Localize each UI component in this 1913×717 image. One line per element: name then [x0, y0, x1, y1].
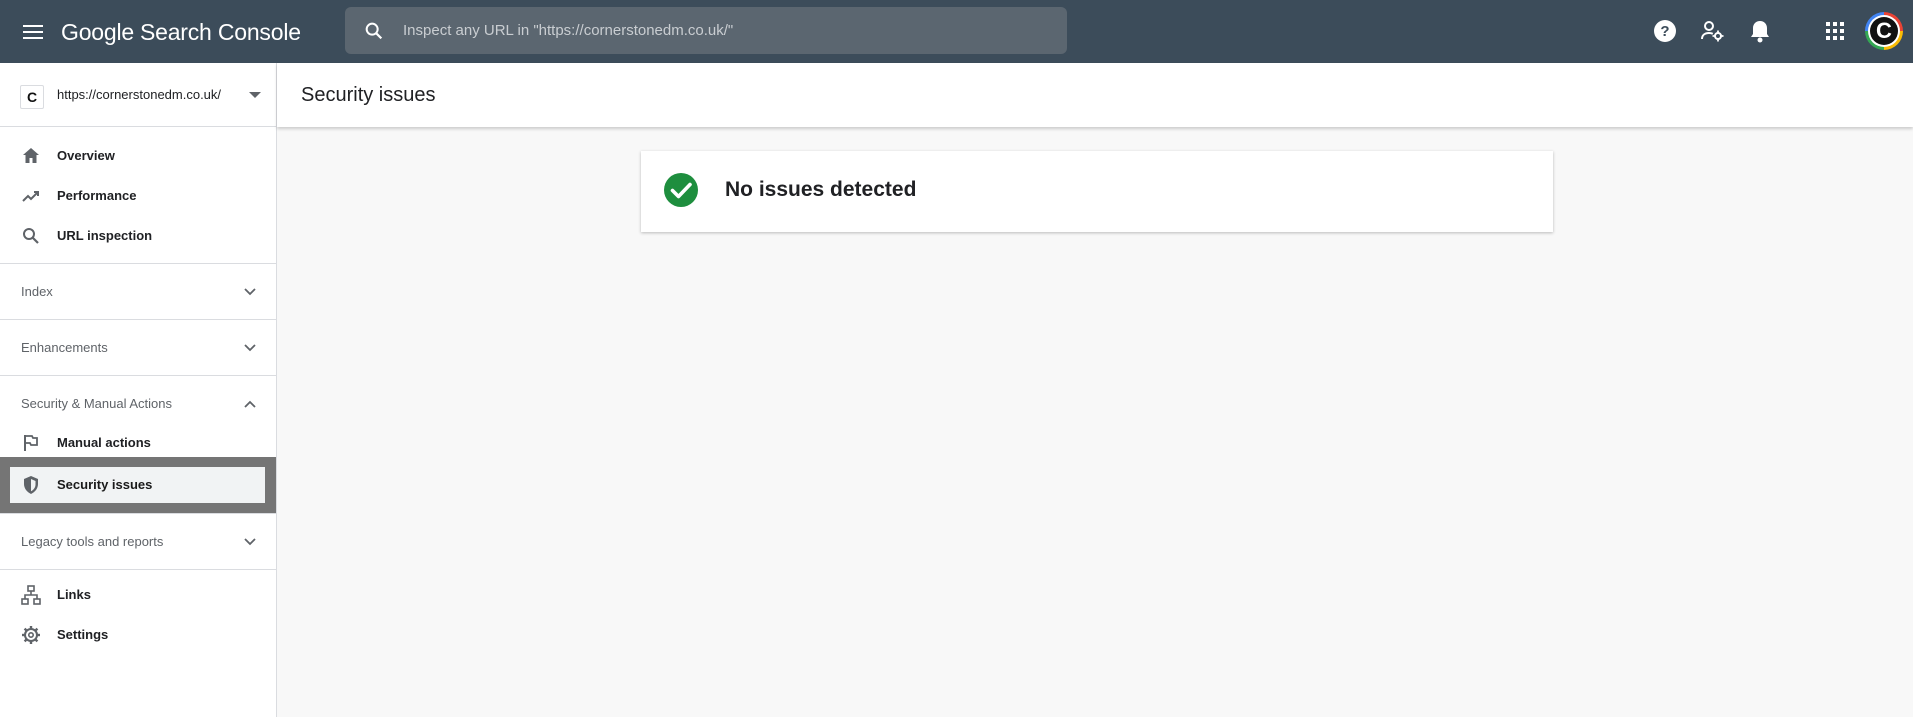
chevron-down-icon [244, 288, 256, 296]
sidebar-item-label: Manual actions [57, 435, 151, 450]
url-inspect-input[interactable] [403, 7, 1043, 54]
logo-google-text: Google [61, 18, 134, 45]
section-label: Security & Manual Actions [21, 396, 173, 411]
top-app-bar: Google Search Console ? [0, 0, 1913, 63]
sidebar-section-index[interactable]: Index [0, 263, 276, 319]
property-url: https://cornerstonedm.co.uk/ [57, 87, 222, 102]
trending-up-icon [22, 191, 39, 202]
sidebar: C https://cornerstonedm.co.uk/ Overview … [0, 63, 277, 717]
section-label: Enhancements [21, 340, 108, 355]
property-selector[interactable]: C https://cornerstonedm.co.uk/ [0, 63, 276, 127]
gear-icon [22, 626, 40, 644]
notifications-button[interactable] [1745, 16, 1775, 46]
home-icon [23, 148, 39, 163]
magnifier-icon [23, 228, 39, 244]
divider [0, 569, 276, 570]
page-title: Security issues [301, 84, 436, 106]
active-item-highlight: Security issues [0, 457, 276, 513]
shield-icon [24, 476, 38, 494]
svg-text:?: ? [1660, 23, 1669, 40]
hamburger-menu-icon [23, 25, 43, 39]
links-tree-icon [21, 585, 41, 605]
flag-icon [24, 435, 38, 451]
help-icon: ? [1654, 20, 1676, 42]
chevron-up-icon [244, 400, 256, 408]
page-header: Security issues [277, 63, 1913, 127]
search-icon [365, 22, 383, 40]
sidebar-item-label: Links [57, 587, 91, 602]
chevron-down-icon [244, 538, 256, 546]
sidebar-item-settings[interactable]: Settings [0, 615, 276, 655]
sidebar-item-label: Performance [57, 188, 137, 203]
sidebar-item-url-inspection[interactable]: URL inspection [0, 216, 276, 256]
logo-product-text: Search Console [139, 18, 301, 45]
google-apps-button[interactable] [1820, 16, 1850, 46]
search-console-logo[interactable]: Google Search Console [61, 17, 301, 47]
section-label: Legacy tools and reports [21, 534, 164, 549]
search-console-preferences-button[interactable] [1697, 16, 1727, 46]
help-button[interactable]: ? [1650, 16, 1680, 46]
main-menu-button[interactable] [19, 18, 47, 46]
security-status-card: No issues detected [641, 151, 1553, 232]
sidebar-item-label: Security issues [57, 477, 153, 492]
sidebar-item-overview[interactable]: Overview [0, 136, 276, 176]
sidebar-section-enhancements[interactable]: Enhancements [0, 319, 276, 375]
user-settings-icon [1701, 21, 1724, 42]
status-message: No issues detected [725, 178, 917, 201]
dropdown-caret-icon [249, 92, 261, 98]
property-favicon: C [20, 85, 44, 109]
sidebar-item-label: URL inspection [57, 228, 153, 243]
apps-grid-icon [1826, 22, 1844, 40]
sidebar-item-label: Settings [57, 627, 109, 642]
check-circle-icon [664, 173, 698, 207]
chevron-down-icon [244, 344, 256, 352]
sidebar-item-links[interactable]: Links [0, 575, 276, 615]
sidebar-item-label: Overview [57, 148, 115, 163]
url-inspect-search-bar[interactable] [345, 7, 1067, 54]
sidebar-section-legacy-tools[interactable]: Legacy tools and reports [0, 513, 276, 569]
section-label: Index [21, 284, 53, 299]
bell-icon [1751, 21, 1769, 43]
account-avatar[interactable]: C [1865, 12, 1903, 50]
sidebar-item-performance[interactable]: Performance [0, 176, 276, 216]
avatar-letter: C [1870, 17, 1898, 45]
sidebar-item-security-issues[interactable]: Security issues [10, 467, 265, 503]
